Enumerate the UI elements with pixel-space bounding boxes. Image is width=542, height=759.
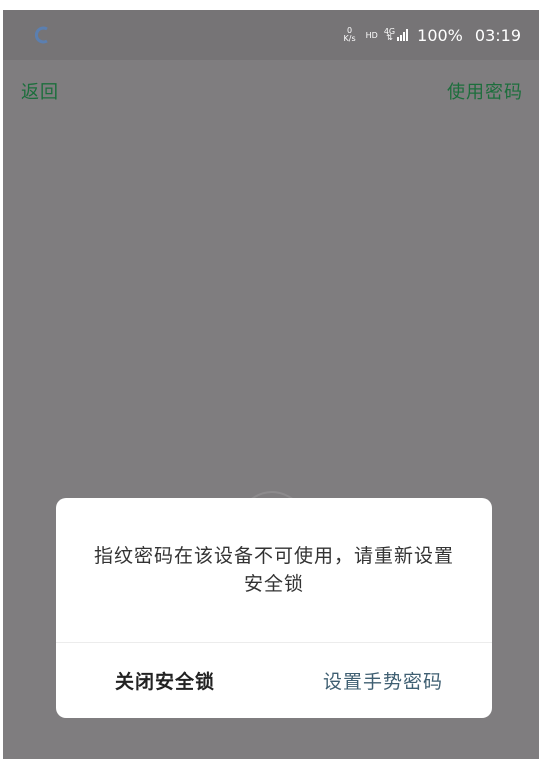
net-speed-indicator: 0 K/s — [344, 27, 356, 43]
phone-screen: 0 K/s HD 4G ⇅ 100% 03:19 返回 使用密码 指纹密码在该设… — [3, 10, 539, 759]
status-left — [33, 25, 51, 45]
back-button[interactable]: 返回 — [21, 78, 59, 104]
hd-indicator: HD — [365, 30, 378, 40]
status-right: 0 K/s HD 4G ⇅ 100% 03:19 — [344, 26, 521, 45]
signal-strength-icon — [397, 29, 409, 41]
network-arrows-icon: ⇅ — [386, 33, 393, 42]
dialog-message: 指纹密码在该设备不可使用，请重新设置安全锁 — [93, 545, 454, 595]
close-security-lock-button[interactable]: 关闭安全锁 — [56, 643, 274, 718]
status-bar: 0 K/s HD 4G ⇅ 100% 03:19 — [3, 10, 539, 60]
net-speed-unit: K/s — [343, 34, 356, 43]
network-type-indicator: 4G ⇅ — [384, 28, 395, 42]
set-gesture-password-button[interactable]: 设置手势密码 — [274, 643, 492, 718]
battery-level: 100% — [417, 25, 463, 45]
use-password-button[interactable]: 使用密码 — [447, 78, 523, 104]
top-navigation: 返回 使用密码 — [3, 78, 539, 108]
status-clock: 03:19 — [474, 25, 521, 45]
app-notification-icon — [34, 26, 48, 44]
security-lock-dialog: 指纹密码在该设备不可使用，请重新设置安全锁 关闭安全锁 设置手势密码 — [56, 498, 492, 718]
